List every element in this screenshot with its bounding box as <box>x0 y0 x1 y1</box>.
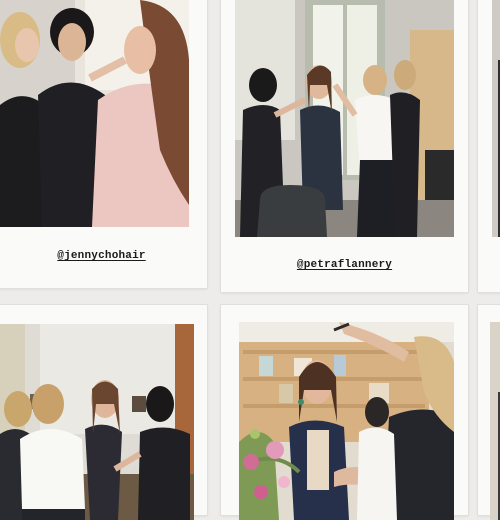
photo-cropped-edge <box>492 0 500 237</box>
polaroid-card <box>0 305 207 520</box>
polaroid-card <box>221 305 468 520</box>
polaroid-card <box>478 0 500 292</box>
photo-cropped-edge <box>490 322 500 520</box>
photo-stylist-with-client <box>0 0 189 227</box>
polaroid-card: @petraflannery <box>221 0 468 292</box>
photo-caption-handle[interactable]: @petraflannery <box>221 259 468 271</box>
photo-makeup-bookshelf <box>239 322 454 520</box>
polaroid-card: @jennychohair <box>0 0 207 288</box>
photo-styling-team <box>235 0 454 237</box>
polaroid-card <box>478 305 500 520</box>
photo-glam-team <box>0 324 194 520</box>
photo-caption-handle[interactable]: @jennychohair <box>0 250 207 262</box>
